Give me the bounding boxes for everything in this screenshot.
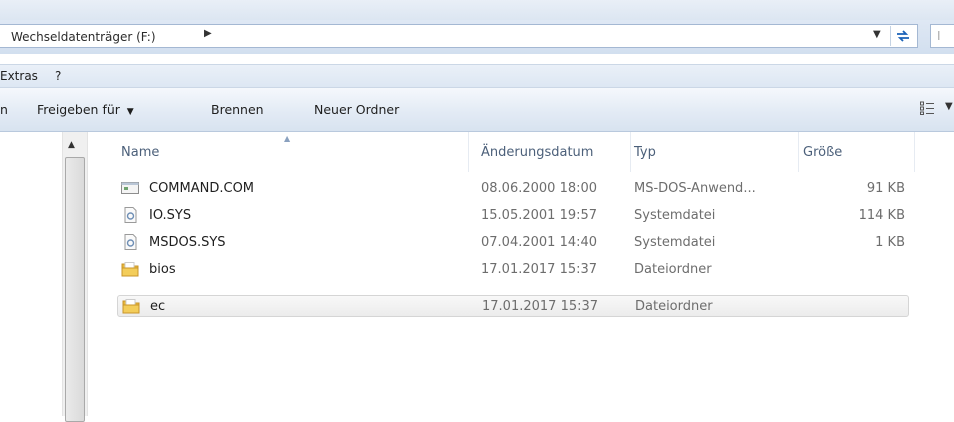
burn-button[interactable]: Brennen — [211, 102, 264, 117]
file-name: MSDOS.SYS — [149, 235, 226, 250]
file-row[interactable]: MSDOS.SYS 07.04.2001 14:40 Systemdatei 1… — [117, 232, 909, 254]
file-size: 91 KB — [866, 181, 905, 196]
address-dropdown-icon[interactable]: ▼ — [873, 29, 881, 40]
file-date: 17.01.2017 15:37 — [481, 262, 598, 277]
sort-ascending-icon: ▲ — [284, 134, 291, 143]
refresh-button[interactable] — [890, 26, 914, 46]
file-type: Systemdatei — [634, 208, 716, 223]
file-type: Dateiordner — [635, 299, 713, 314]
system-file-icon — [124, 207, 137, 223]
navigation-scrollbar[interactable]: ▲ — [62, 132, 88, 422]
path-arrow-icon[interactable]: ▶ — [204, 28, 212, 39]
column-header-type[interactable]: Typ — [634, 145, 656, 160]
column-divider[interactable] — [468, 132, 469, 172]
file-date: 07.04.2001 14:40 — [481, 235, 598, 250]
view-options-icon[interactable] — [920, 101, 934, 115]
command-bar: n Freigeben für ▼ Brennen Neuer Ordner ▼ — [0, 88, 954, 132]
file-size: 1 KB — [875, 235, 905, 250]
file-name: bios — [149, 262, 176, 277]
file-type: MS-DOS-Anwend... — [634, 181, 756, 196]
file-row[interactable]: bios 17.01.2017 15:37 Dateiordner — [117, 259, 909, 281]
application-icon — [121, 182, 139, 194]
new-folder-button[interactable]: Neuer Ordner — [314, 102, 399, 117]
address-bar: Wechseldatenträger (F:) ▶ ▼ I — [0, 20, 954, 54]
file-type: Systemdatei — [634, 235, 716, 250]
view-dropdown-icon[interactable]: ▼ — [945, 101, 953, 112]
address-field[interactable]: Wechseldatenträger (F:) ▶ ▼ — [0, 24, 918, 48]
file-date: 08.06.2000 18:00 — [481, 181, 598, 196]
column-header-date[interactable]: Änderungsdatum — [481, 145, 593, 160]
refresh-icon — [896, 30, 909, 42]
search-input[interactable]: I — [930, 24, 954, 48]
column-divider[interactable] — [630, 132, 631, 172]
file-type: Dateiordner — [634, 262, 712, 277]
menu-help[interactable]: ? — [55, 69, 61, 83]
file-row-selected[interactable]: ec 17.01.2017 15:37 Dateiordner — [117, 295, 909, 317]
file-date: 15.05.2001 19:57 — [481, 208, 598, 223]
menu-extras[interactable]: Extras — [0, 69, 38, 83]
scroll-thumb[interactable] — [65, 157, 85, 422]
navigation-pane — [0, 132, 62, 416]
share-with-button[interactable]: Freigeben für ▼ — [37, 102, 134, 117]
window-top-strip — [0, 0, 954, 20]
menu-bar: Extras ? — [0, 64, 954, 88]
chevron-down-icon: ▼ — [123, 107, 134, 117]
folder-icon — [122, 299, 140, 314]
file-name: ec — [150, 299, 166, 314]
folder-icon — [121, 262, 139, 277]
file-name: IO.SYS — [149, 208, 192, 223]
column-divider[interactable] — [914, 132, 915, 172]
share-with-label: Freigeben für — [37, 102, 120, 117]
address-path[interactable]: Wechseldatenträger (F:) — [11, 30, 156, 44]
column-header-size[interactable]: Größe — [803, 145, 842, 160]
search-placeholder: I — [937, 29, 941, 43]
file-size: 114 KB — [858, 208, 905, 223]
column-header-name[interactable]: Name — [121, 145, 159, 160]
file-name: COMMAND.COM — [149, 181, 255, 196]
column-divider[interactable] — [798, 132, 799, 172]
file-row[interactable]: IO.SYS 15.05.2001 19:57 Systemdatei 114 … — [117, 205, 909, 227]
scroll-up-icon[interactable]: ▲ — [68, 140, 75, 150]
file-date: 17.01.2017 15:37 — [482, 299, 599, 314]
column-header-row: ▲ Name Änderungsdatum Typ Größe — [88, 132, 954, 172]
file-row[interactable]: COMMAND.COM 08.06.2000 18:00 MS-DOS-Anwe… — [117, 178, 909, 200]
system-file-icon — [124, 234, 137, 250]
toolbar-partial-item[interactable]: n — [0, 102, 8, 117]
